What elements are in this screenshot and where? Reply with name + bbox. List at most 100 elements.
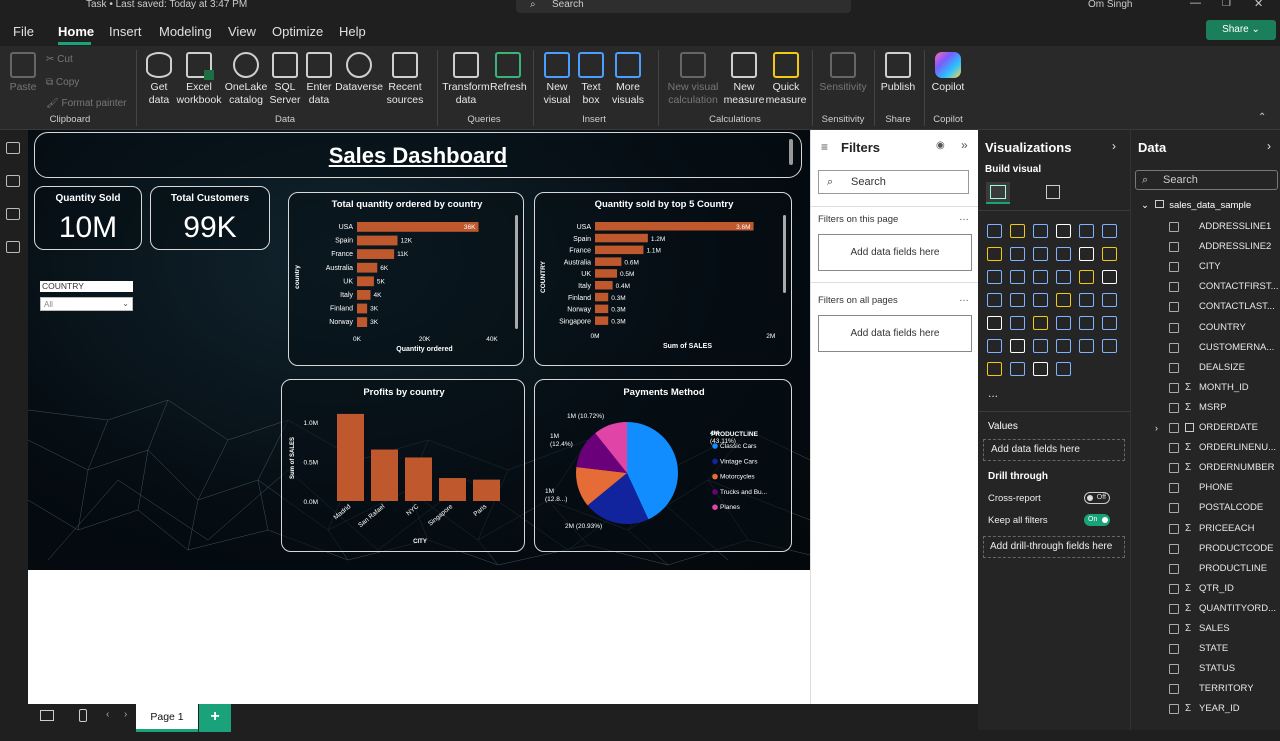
field-checkbox[interactable] <box>1169 362 1179 373</box>
field-item[interactable]: › ORDERDATE <box>1155 421 1258 435</box>
field-item[interactable]: STATUS <box>1169 662 1235 676</box>
field-checkbox[interactable] <box>1169 402 1179 413</box>
tab-home[interactable]: Home <box>58 24 94 39</box>
tab-insert[interactable]: Insert <box>109 24 142 39</box>
model-view-icon[interactable] <box>6 208 20 220</box>
donut-visual-icon[interactable] <box>1056 270 1071 284</box>
field-checkbox[interactable] <box>1169 583 1179 594</box>
more-visuals-ellipsis[interactable]: ... <box>988 386 998 400</box>
field-item[interactable]: POSTALCODE <box>1169 501 1263 515</box>
field-item[interactable]: TERRITORY <box>1169 682 1254 696</box>
line-visual-icon[interactable] <box>987 247 1002 261</box>
field-item[interactable]: COUNTRY <box>1169 321 1246 335</box>
field-item[interactable]: Σ QUANTITYORD... <box>1169 602 1276 616</box>
sql-server-button[interactable]: SQL Server <box>268 52 302 107</box>
close-icon[interactable]: ✕ <box>1254 0 1263 10</box>
table-view-icon[interactable] <box>6 175 20 187</box>
field-item[interactable]: ADDRESSLINE1 <box>1169 220 1271 234</box>
chart-card-profits[interactable]: Profits by country 0.0M 0.5M 1.0M Madrid San … <box>281 379 525 552</box>
report-view-icon[interactable] <box>6 142 20 154</box>
field-checkbox[interactable] <box>1169 463 1179 474</box>
mobile-layout-icon[interactable] <box>79 709 87 722</box>
tab-view[interactable]: View <box>228 24 256 39</box>
share-button[interactable]: Share ⌄ <box>1206 20 1276 40</box>
text-box-button[interactable]: Text box <box>574 52 608 107</box>
area-visual-icon[interactable] <box>1010 247 1025 261</box>
field-checkbox[interactable] <box>1169 684 1179 695</box>
stacked-column-visual-icon[interactable] <box>1010 224 1025 238</box>
line-column-visual-icon[interactable] <box>1102 247 1117 261</box>
refresh-button[interactable]: Refresh <box>490 52 527 94</box>
table-node[interactable]: ⌄ sales_data_sample <box>1141 200 1251 211</box>
field-checkbox[interactable] <box>1169 503 1179 514</box>
table-visual-icon[interactable] <box>1102 293 1117 307</box>
field-checkbox[interactable] <box>1169 322 1179 333</box>
field-item[interactable]: Σ YEAR_ID <box>1169 702 1240 716</box>
tab-modeling[interactable]: Modeling <box>159 24 212 39</box>
field-checkbox[interactable] <box>1169 523 1179 534</box>
dax-query-view-icon[interactable] <box>6 241 20 253</box>
next-page-icon[interactable]: › <box>124 709 127 720</box>
image-visual-icon[interactable] <box>1010 362 1025 376</box>
add-page-filter-field[interactable]: Add data fields here <box>818 234 972 271</box>
more-options-icon[interactable]: … <box>959 293 969 304</box>
field-item[interactable]: PRODUCTLINE <box>1169 562 1267 576</box>
chevron-right-icon[interactable]: › <box>1155 421 1158 435</box>
prev-page-icon[interactable]: ‹ <box>106 709 109 720</box>
narrative-visual-icon[interactable] <box>1010 339 1025 353</box>
field-item[interactable]: CONTACTFIRST... <box>1169 280 1279 294</box>
field-checkbox[interactable] <box>1169 262 1179 273</box>
format-visual-tab[interactable] <box>1042 182 1066 204</box>
field-checkbox[interactable] <box>1169 624 1179 634</box>
user-name[interactable]: Om Singh <box>1088 0 1132 10</box>
key-influencers-visual-icon[interactable] <box>1079 316 1094 330</box>
expand-icon[interactable]: › <box>1112 139 1116 153</box>
new-visual-button[interactable]: New visual <box>538 52 576 107</box>
tab-file[interactable]: File <box>13 24 34 39</box>
transform-data-button[interactable]: Transform data <box>442 52 490 107</box>
sensitivity-button[interactable]: Sensitivity <box>816 52 870 94</box>
more-options-icon[interactable]: … <box>959 212 969 223</box>
paste-button[interactable]: Paste <box>8 52 38 94</box>
field-item[interactable]: CUSTOMERNA... <box>1169 341 1274 355</box>
shapes-visual-icon[interactable] <box>987 362 1002 376</box>
100-column-visual-icon[interactable] <box>1102 224 1117 238</box>
quick-measure-button[interactable]: Quick measure <box>764 52 808 107</box>
field-item[interactable]: CITY <box>1169 260 1221 274</box>
country-slicer-dropdown[interactable]: All ⌄ <box>40 297 133 311</box>
copilot-button[interactable]: Copilot <box>928 52 968 94</box>
trophy-visual-icon[interactable] <box>1056 339 1071 353</box>
field-checkbox[interactable] <box>1169 644 1179 655</box>
desktop-layout-icon[interactable] <box>40 710 54 721</box>
field-checkbox[interactable] <box>1169 664 1179 675</box>
funnel-visual-icon[interactable] <box>987 270 1002 284</box>
waterfall-visual-icon[interactable] <box>1079 247 1094 261</box>
scatter-visual-icon[interactable] <box>1010 270 1025 284</box>
chart-card-payments[interactable]: Payments Method 4M (43.11%) 2M (20.93%) 1M (1… <box>534 379 792 552</box>
add-all-pages-filter-field[interactable]: Add data fields here <box>818 315 972 352</box>
field-item[interactable]: ADDRESSLINE2 <box>1169 240 1271 254</box>
scrollbar[interactable] <box>789 139 793 165</box>
field-item[interactable]: CONTACTLAST... <box>1169 300 1275 314</box>
paginated-visual-icon[interactable] <box>1033 339 1048 353</box>
drill-through-drop-zone[interactable]: Add drill-through fields here <box>983 536 1125 558</box>
cross-report-toggle[interactable]: Off <box>1084 492 1110 504</box>
ribbon-visual-icon[interactable] <box>1056 247 1071 261</box>
copy-button[interactable]: ⧉ Copy <box>46 77 79 88</box>
data-search-input[interactable]: ⌕ Search <box>1135 170 1278 190</box>
cut-button[interactable]: ✂ Cut <box>46 54 73 65</box>
gauge-visual-icon[interactable] <box>1033 293 1048 307</box>
get-data-button[interactable]: Get data <box>140 52 178 107</box>
field-checkbox[interactable] <box>1169 704 1179 715</box>
power-apps-visual-icon[interactable] <box>1079 339 1094 353</box>
diamond-visual-icon[interactable] <box>1033 362 1048 376</box>
build-visual-tab[interactable] <box>986 182 1010 204</box>
stacked-bar-visual-icon[interactable] <box>987 224 1002 238</box>
field-checkbox[interactable] <box>1169 302 1179 313</box>
tab-optimize[interactable]: Optimize <box>272 24 323 39</box>
qa-visual-icon[interactable] <box>987 339 1002 353</box>
field-checkbox[interactable] <box>1169 242 1179 253</box>
collapse-icon[interactable]: » <box>961 138 968 152</box>
add-page-button[interactable]: + <box>199 704 231 732</box>
chart-card-qty-country[interactable]: Total quantity ordered by country USA 36K S… <box>288 192 524 366</box>
